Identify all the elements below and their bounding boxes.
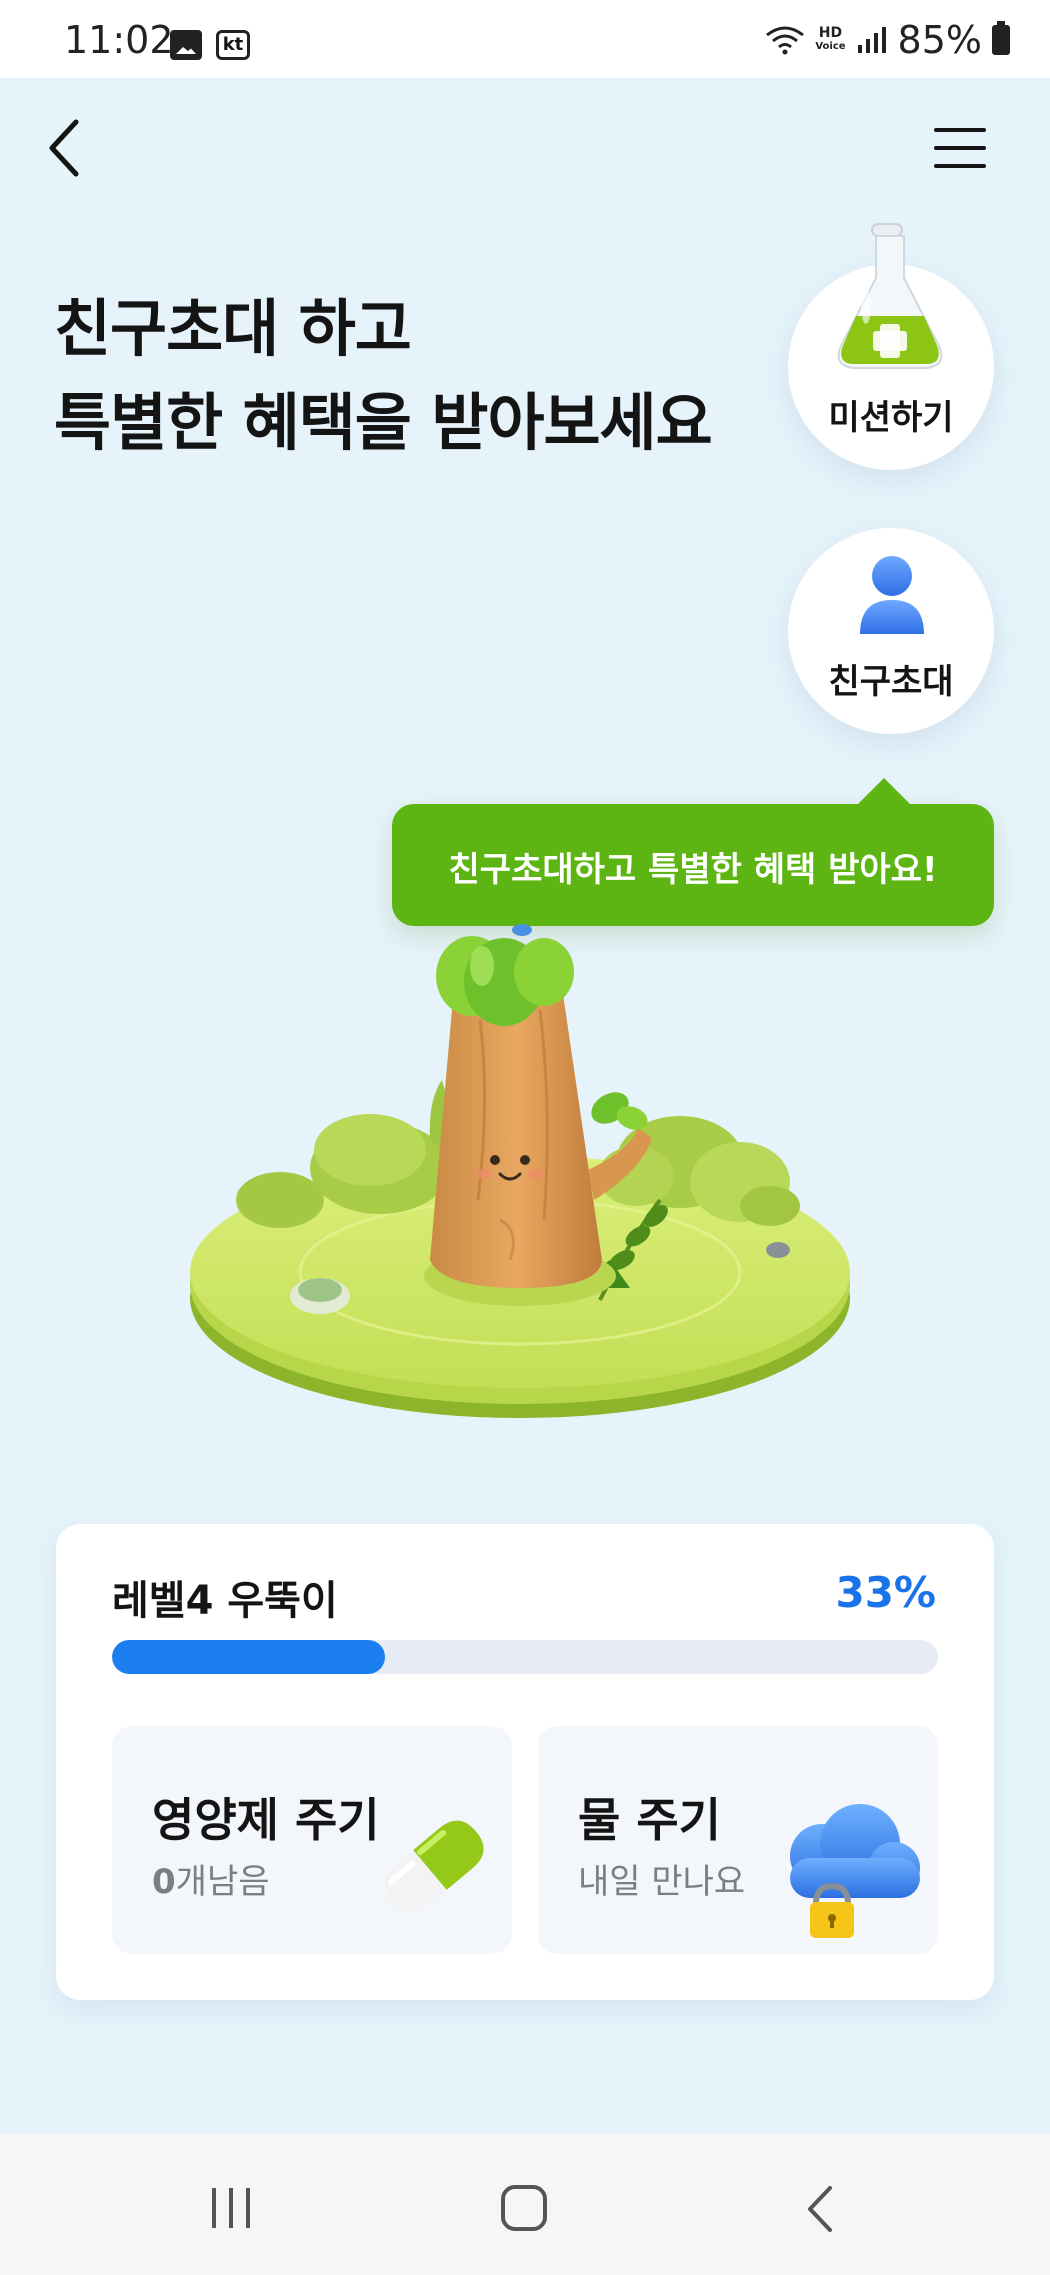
level-title: 레벨4 우뚝이 (112, 1578, 338, 1624)
headline-line-1: 친구초대 하고 (54, 292, 412, 365)
hamburger-menu-icon[interactable] (930, 124, 990, 172)
hd-voice-icon: HD Voice (815, 26, 845, 54)
give-water-button[interactable]: 물 주기 내일 만나요 (538, 1726, 938, 1954)
home-icon[interactable] (500, 2184, 548, 2232)
back-icon[interactable] (802, 2184, 838, 2234)
kt-icon: kt (216, 30, 250, 60)
level-percent: 33% (835, 1568, 936, 1617)
chevron-left-icon[interactable] (40, 112, 90, 182)
headline-line-2: 특별한 혜택을 받아보세요 (54, 386, 713, 459)
nutrient-remaining-suffix: 개남음 (175, 1862, 270, 1902)
nutrient-title: 영양제 주기 (152, 1793, 380, 1847)
invite-button-label: 친구초대 (828, 662, 954, 702)
invite-friend-button[interactable]: 친구초대 (788, 528, 994, 734)
tree-character-illustration (190, 924, 850, 1418)
status-bar: 11:02 kt HD Voice 85% (0, 0, 1050, 78)
recent-apps-icon[interactable] (206, 2186, 256, 2230)
battery-text: 85% (897, 18, 982, 62)
voice-label: Voice (815, 41, 846, 52)
cloud-lock-icon (790, 1804, 920, 1938)
signal-icon (857, 27, 886, 53)
level-card: 레벨4 우뚝이 33% 영양제 주기 0개남음 물 주기 내일 만나요 (56, 1524, 994, 2000)
page-title: 친구초대 하고 특별한 혜택을 받아보세요 (54, 282, 713, 470)
wifi-icon (766, 26, 805, 55)
level-progress-bar (112, 1640, 938, 1674)
hd-label: HD (818, 25, 843, 41)
flask-icon (837, 223, 943, 369)
tooltip-text: 친구초대하고 특별한 혜택 받아요! (448, 850, 938, 890)
status-time: 11:02 (64, 18, 174, 62)
give-nutrient-button[interactable]: 영양제 주기 0개남음 (112, 1726, 512, 1954)
status-right-icons: HD Voice 85% (765, 18, 1010, 62)
gallery-icon (170, 30, 202, 60)
level-progress-fill (112, 1640, 385, 1674)
pill-icon (385, 1820, 484, 1912)
water-title: 물 주기 (578, 1793, 721, 1847)
battery-icon (992, 21, 1010, 55)
mission-button[interactable]: 미션하기 (788, 223, 994, 470)
water-sub: 내일 만나요 (578, 1862, 746, 1902)
mission-button-label: 미션하기 (828, 398, 954, 438)
status-left-icons: kt (170, 30, 250, 60)
person-icon (860, 556, 924, 634)
nutrient-remaining: 0개남음 (152, 1854, 270, 1903)
system-navigation-bar (0, 2134, 1050, 2275)
nutrient-count: 0 (152, 1862, 176, 1902)
